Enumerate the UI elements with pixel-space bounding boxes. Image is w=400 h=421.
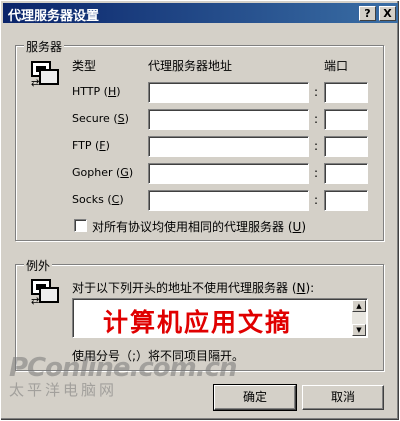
socks-port-input[interactable]	[324, 190, 368, 211]
ftp-port-input[interactable]	[324, 136, 368, 157]
colon-separator: :	[314, 112, 319, 126]
socks-address-input[interactable]	[148, 190, 309, 211]
column-header-address: 代理服务器地址	[148, 59, 233, 73]
column-header-type: 类型	[72, 59, 97, 73]
close-button[interactable]: X	[379, 6, 396, 21]
exceptions-scrollbar[interactable]: ▲ ▼	[352, 300, 366, 336]
exceptions-group-title: 例外	[24, 257, 53, 274]
ok-button[interactable]: 确定	[213, 384, 297, 411]
http-port-input[interactable]	[324, 82, 368, 103]
servers-group-title: 服务器	[24, 38, 65, 55]
colon-separator: :	[314, 139, 319, 153]
colon-separator: :	[314, 166, 319, 180]
network-computers-icon: ⇄	[29, 59, 61, 91]
watermark-logo: PConline.com.cn 太平洋电脑网	[9, 353, 238, 400]
same-proxy-label[interactable]: 对所有协议均使用相同的代理服务器 (U)	[92, 218, 306, 235]
ftp-address-input[interactable]	[148, 136, 309, 157]
gopher-port-input[interactable]	[324, 163, 368, 184]
exceptions-label: 对于以下列开头的地址不使用代理服务器 (N):	[72, 281, 315, 295]
gopher-address-input[interactable]	[148, 163, 309, 184]
colon-separator: :	[314, 85, 319, 99]
scroll-up-icon[interactable]: ▲	[352, 300, 366, 312]
help-button[interactable]: ?	[359, 6, 376, 21]
secure-address-input[interactable]	[148, 109, 309, 130]
ftp-label: FTP (F)	[72, 139, 110, 152]
colon-separator: :	[314, 193, 319, 207]
exceptions-textarea[interactable]: 计算机应用文摘 ▲ ▼	[72, 298, 368, 338]
exceptions-value: 计算机应用文摘	[103, 308, 293, 337]
same-proxy-checkbox[interactable]	[74, 219, 87, 232]
http-label: HTTP (H)	[72, 85, 121, 98]
gopher-label: Gopher (G)	[72, 166, 134, 179]
column-header-port: 端口	[324, 59, 349, 73]
scroll-down-icon[interactable]: ▼	[352, 324, 366, 336]
window-title: 代理服务器设置	[8, 9, 100, 24]
secure-port-input[interactable]	[324, 109, 368, 130]
title-bar[interactable]: 代理服务器设置 ? X	[3, 3, 398, 24]
socks-label: Socks (C)	[72, 193, 124, 206]
cancel-button[interactable]: 取消	[302, 385, 384, 410]
network-computers-icon: ⇄	[29, 277, 61, 309]
proxy-settings-dialog: 代理服务器设置 ? X 服务器 ⇄ 类型 代理服务器地址 端口 HTTP (H)…	[0, 0, 400, 421]
secure-label: Secure (S)	[72, 112, 129, 125]
http-address-input[interactable]	[148, 82, 309, 103]
